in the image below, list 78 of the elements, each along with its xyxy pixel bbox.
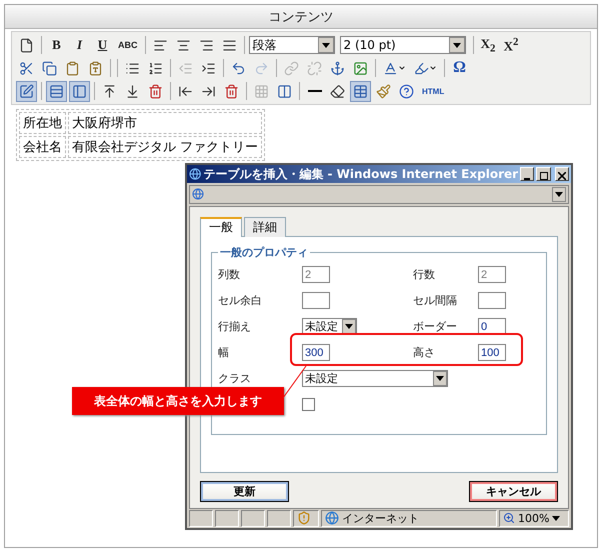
- clipboard-text-icon: [88, 60, 103, 76]
- indent-icon: [201, 60, 216, 76]
- edit-icon: [19, 84, 34, 98]
- input-field[interactable]: [302, 292, 330, 310]
- field-label: セル余白: [218, 293, 263, 308]
- image-icon: [353, 60, 368, 76]
- link-icon: [284, 60, 299, 76]
- field-label: 列数: [218, 267, 241, 282]
- table-icon: [353, 84, 368, 98]
- toolbar-button[interactable]: X$_{2}$: [478, 34, 498, 56]
- field-label: 幅: [218, 345, 230, 360]
- field-label: クラス: [218, 371, 252, 386]
- zone-label: インターネット: [342, 510, 419, 526]
- zoom-control[interactable]: 100%: [499, 510, 569, 527]
- clipboard-icon: [65, 60, 80, 76]
- minimize-button[interactable]: [520, 167, 534, 182]
- anchor-icon: [330, 60, 345, 76]
- numbered-list-icon: [148, 60, 163, 76]
- align-center-icon: [176, 38, 190, 52]
- table-cell: 有限会社デジタル ファクトリー: [68, 136, 262, 158]
- table-cell: 大阪府堺市: [68, 112, 262, 134]
- align-left-icon: [152, 38, 168, 52]
- minimize-icon: [524, 178, 530, 180]
- window-titlebar: テーブルを挿入・編集 - Windows Internet Explorer: [187, 165, 571, 184]
- toolbar-button[interactable]: B: [46, 34, 67, 56]
- maximize-icon: [540, 172, 548, 180]
- font-color-icon: [383, 60, 398, 76]
- caret-icon: [429, 64, 437, 72]
- tab[interactable]: 詳細: [244, 216, 286, 237]
- align-justify-icon: [222, 38, 236, 52]
- field-label: 高さ: [413, 345, 436, 360]
- undo-icon: [231, 60, 246, 76]
- field-label: セル間隔: [413, 293, 458, 308]
- dropdown[interactable]: 段落: [248, 36, 334, 54]
- toolbar-button[interactable]: ABC: [115, 34, 140, 56]
- toolbar-button[interactable]: HTML: [419, 80, 448, 102]
- maximize-button[interactable]: [536, 167, 551, 182]
- scissors-icon: [19, 60, 34, 76]
- brush-icon: [376, 84, 391, 98]
- table-cell: 会社名: [19, 136, 66, 158]
- globe-icon: [325, 511, 339, 526]
- leader-line: [282, 366, 306, 398]
- input-field[interactable]: [478, 292, 506, 310]
- toolbar-button[interactable]: X$^{2}$: [500, 34, 522, 56]
- copy-icon: [42, 60, 57, 76]
- callout-label: 表全体の幅と高さを入力します: [72, 387, 284, 415]
- table-cell: 所在地: [19, 112, 66, 134]
- checkbox[interactable]: [302, 398, 315, 412]
- outdent-icon: [178, 60, 193, 76]
- caret-icon: [398, 64, 406, 72]
- group-title: 一般のプロパティ: [219, 244, 309, 260]
- field-label: 行揃え: [218, 319, 252, 334]
- help-icon: [399, 84, 414, 98]
- zoom-icon: [503, 512, 515, 524]
- align-right-icon: [198, 38, 214, 52]
- panel-title: コンテンツ: [5, 5, 597, 29]
- bullet-list-icon: [125, 60, 140, 76]
- toolbar-button[interactable]: Ω: [449, 58, 470, 78]
- cancel-button[interactable]: キャンセル: [469, 480, 558, 502]
- document-icon: [19, 38, 34, 52]
- input-field[interactable]: 300: [302, 344, 330, 362]
- field-label: 行数: [413, 267, 436, 282]
- dropdown[interactable]: 2 (10 pt): [340, 36, 466, 54]
- input-field[interactable]: 100: [478, 344, 506, 362]
- tab[interactable]: 一般: [200, 216, 242, 237]
- update-button[interactable]: 更新: [200, 480, 289, 502]
- redo-icon: [254, 60, 269, 76]
- toolbar-button[interactable]: I: [69, 34, 90, 56]
- toolbar-button[interactable]: U: [92, 34, 113, 56]
- field-label: ボーダー: [413, 319, 458, 334]
- horizontal-rule-icon: [308, 90, 322, 92]
- close-icon: [558, 172, 566, 180]
- highlighter-icon: [414, 60, 429, 76]
- unlink-icon: [307, 60, 322, 76]
- dropdown[interactable]: 未設定: [302, 370, 448, 388]
- eraser-icon: [330, 84, 345, 98]
- warning-icon: [297, 511, 311, 526]
- close-button[interactable]: [554, 167, 569, 182]
